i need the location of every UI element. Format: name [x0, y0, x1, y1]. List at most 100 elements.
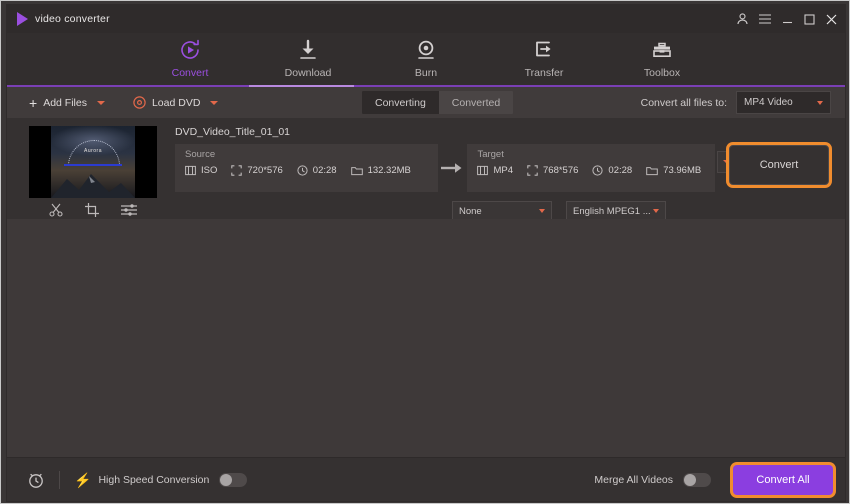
plus-icon: + [29, 94, 38, 111]
app-window: video converter Convert Download Burn Tr… [0, 0, 850, 504]
account-icon[interactable] [737, 13, 748, 25]
maximize-button[interactable] [804, 13, 815, 25]
source-resolution: 720*576 [231, 165, 283, 176]
tab-convert-label: Convert [171, 67, 209, 79]
tab-converted[interactable]: Converted [439, 91, 513, 114]
target-panel: Target MP4 768*576 02:28 73.96MB [467, 144, 737, 192]
target-details: MP4 768*576 02:28 73.96MB [477, 165, 705, 176]
source-format: ISO [185, 165, 217, 176]
source-size: 132.32MB [350, 165, 411, 176]
tab-transfer-label: Transfer [524, 67, 564, 79]
toolbox-icon [650, 37, 674, 63]
file-info: DVD_Video_Title_01_01 Source ISO 720*576 [175, 126, 737, 221]
mountain-shape [51, 174, 135, 198]
tab-download[interactable]: Download [269, 37, 347, 79]
play-triangle-icon [17, 12, 28, 26]
tab-convert[interactable]: Convert [151, 37, 229, 79]
high-speed-conversion-label: High Speed Conversion [98, 473, 210, 486]
title-bar: video converter [7, 5, 845, 33]
subtitle-value: None [459, 205, 482, 217]
target-duration-value: 02:28 [608, 165, 633, 176]
tab-toolbox[interactable]: Toolbox [623, 37, 701, 79]
audio-track-dropdown[interactable]: English MPEG1 ... [566, 201, 666, 221]
lightning-bolt-icon: ⚡ [74, 471, 92, 488]
source-size-value: 132.32MB [367, 165, 411, 176]
source-panel: Source ISO 720*576 02:28 132.32MB [175, 144, 438, 192]
disc-icon [133, 96, 146, 109]
toggle-knob [220, 473, 233, 486]
app-title: video converter [35, 13, 110, 25]
add-files-label: Add Files [43, 96, 87, 109]
tab-burn[interactable]: Burn [387, 37, 465, 79]
merge-all-videos-label: Merge All Videos [594, 473, 673, 486]
source-label: Source [185, 149, 216, 160]
chevron-down-icon [539, 209, 545, 213]
target-duration: 02:28 [592, 165, 632, 176]
convert-all-button[interactable]: Convert All [733, 464, 833, 495]
toolbar: + Add Files Load DVD Converting Converte… [7, 87, 845, 118]
bottom-right-group: Merge All Videos Convert All [594, 464, 833, 495]
target-label: Target [477, 149, 504, 160]
window-frame: video converter Convert Download Burn Tr… [7, 5, 845, 501]
target-format: MP4 [477, 165, 513, 176]
effects-icon[interactable] [121, 203, 137, 217]
audio-track-value: English MPEG1 ... [573, 205, 651, 217]
load-dvd-label: Load DVD [151, 96, 201, 109]
arrow-right-icon [438, 162, 468, 174]
high-speed-conversion-toggle[interactable] [219, 472, 248, 487]
trim-icon[interactable] [49, 203, 63, 217]
output-format-value: MP4 Video [744, 97, 793, 108]
merge-all-videos-group: Merge All Videos [594, 472, 711, 487]
clock-icon [592, 165, 604, 176]
convert-all-to-label: Convert all files to: [640, 96, 727, 109]
bottom-bar: ⚡ High Speed Conversion Merge All Videos… [7, 457, 845, 501]
output-format-dropdown[interactable]: MP4 Video [736, 91, 831, 114]
add-files-chevron-down-icon[interactable] [96, 100, 105, 105]
file-list-area [7, 219, 845, 458]
source-resolution-value: 720*576 [247, 165, 283, 176]
load-dvd-chevron-down-icon[interactable] [210, 100, 219, 105]
thumbnail-line-decoration [64, 164, 122, 166]
toggle-knob [684, 473, 696, 486]
thumbnail-caption: Aurora [83, 148, 102, 154]
source-duration-value: 02:28 [312, 165, 337, 176]
file-name: DVD_Video_Title_01_01 [175, 126, 290, 138]
alarm-clock-icon[interactable] [27, 471, 45, 489]
tab-transfer[interactable]: Transfer [505, 37, 583, 79]
subtitle-dropdown[interactable]: None [452, 201, 552, 221]
film-icon [477, 165, 489, 176]
source-duration: 02:28 [297, 165, 337, 176]
divider [59, 470, 60, 489]
transfer-arrow-icon [532, 37, 556, 63]
tab-toolbox-label: Toolbox [643, 67, 681, 79]
target-size-value: 73.96MB [663, 165, 702, 176]
menu-icon[interactable] [759, 14, 771, 24]
add-files-button[interactable]: + Add Files [23, 92, 93, 114]
convert-all-to-group: Convert all files to: MP4 Video [641, 91, 831, 114]
download-arrow-icon [296, 37, 320, 63]
file-row: Aurora DVD_Video_Title_01_01 Source ISO … [7, 118, 845, 224]
target-size: 73.96MB [646, 165, 701, 176]
chevron-down-icon [817, 100, 823, 105]
convert-circular-arrow-play-icon [178, 37, 202, 63]
tab-converting[interactable]: Converting [362, 91, 439, 114]
minimize-button[interactable] [782, 14, 793, 24]
tab-burn-label: Burn [414, 67, 438, 79]
target-format-value: MP4 [493, 165, 513, 176]
track-selectors: None English MPEG1 ... [452, 201, 715, 221]
convert-button[interactable]: Convert [729, 145, 829, 185]
source-details: ISO 720*576 02:28 132.32MB [185, 165, 428, 176]
crop-icon[interactable] [85, 203, 99, 217]
video-thumbnail[interactable]: Aurora [29, 126, 157, 198]
source-format-value: ISO [201, 165, 218, 176]
resolution-icon [231, 165, 243, 176]
folder-icon [646, 166, 658, 176]
close-button[interactable] [826, 14, 837, 25]
target-resolution: 768*576 [527, 165, 578, 176]
load-dvd-button[interactable]: Load DVD [127, 92, 206, 114]
target-resolution-value: 768*576 [543, 165, 579, 176]
merge-all-videos-toggle[interactable] [683, 472, 711, 487]
app-logo: video converter [7, 12, 110, 26]
film-icon [185, 165, 196, 176]
chevron-down-icon [653, 209, 659, 213]
